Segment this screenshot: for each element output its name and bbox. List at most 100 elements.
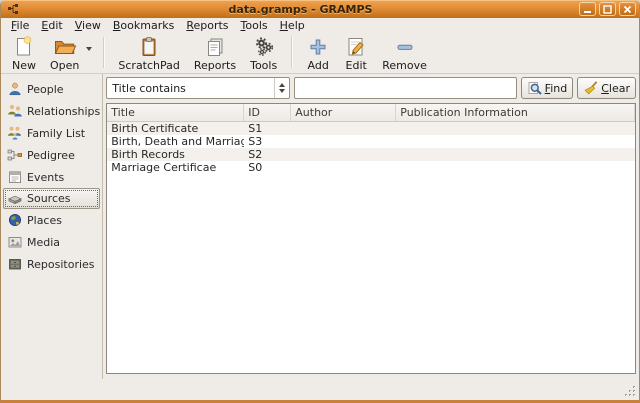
sidebar-item-places[interactable]: Places xyxy=(3,209,100,231)
toolbar: New Open ScratchPad Reports Tools Add Edit Remo… xyxy=(1,33,639,74)
new-document-icon xyxy=(12,35,36,59)
open-toolbar-button[interactable]: Open xyxy=(43,34,86,73)
menu-bookmarks[interactable]: Bookmarks xyxy=(107,18,180,33)
sidebar-item-label: Media xyxy=(27,236,60,249)
column-header-author[interactable]: Author xyxy=(291,104,396,121)
sidebar-item-label: People xyxy=(27,83,64,96)
relationships-icon xyxy=(7,103,23,119)
minimize-button[interactable] xyxy=(579,2,596,16)
find-icon xyxy=(527,80,543,96)
places-icon xyxy=(7,212,23,228)
add-toolbar-button[interactable]: Add xyxy=(299,34,337,73)
filter-field-dropdown[interactable]: Title contains xyxy=(106,77,290,99)
menu-view[interactable]: View xyxy=(69,18,107,33)
column-header-publication-information[interactable]: Publication Information xyxy=(396,104,635,121)
tools-toolbar-button[interactable]: Tools xyxy=(243,34,284,73)
edit-toolbar-button[interactable]: Edit xyxy=(337,34,375,73)
toolbar-separator xyxy=(291,37,292,68)
titlebar[interactable]: data.gramps - GRAMPS xyxy=(1,0,639,18)
toolbar-button-label: Open xyxy=(50,59,79,72)
menu-reports[interactable]: Reports xyxy=(180,18,234,33)
view-sidebar: People Relationships Family List Pedigree Ev… xyxy=(1,74,103,379)
sources-table: TitleIDAuthorPublication Information Bir… xyxy=(106,103,636,374)
table-cell: S1 xyxy=(244,122,291,135)
toolbar-button-label: Reports xyxy=(194,59,236,72)
toolbar-button-label: ScratchPad xyxy=(118,59,180,72)
table-cell xyxy=(396,148,635,161)
new-toolbar-button[interactable]: New xyxy=(5,34,43,73)
table-row[interactable]: Birth RecordsS2 xyxy=(107,148,635,161)
filter-text-input[interactable] xyxy=(294,77,516,99)
table-cell: Birth Certificate xyxy=(107,122,244,135)
sidebar-item-label: Family List xyxy=(27,127,85,140)
resize-grip[interactable] xyxy=(624,385,637,398)
toolbar-button-label: Tools xyxy=(250,59,277,72)
sidebar-item-label: Repositories xyxy=(27,258,95,271)
open-dropdown-arrow[interactable] xyxy=(86,34,96,73)
family-list-icon xyxy=(7,125,23,141)
statusbar xyxy=(1,379,639,400)
table-row[interactable]: Birth CertificateS1 xyxy=(107,122,635,135)
remove-minus-icon xyxy=(393,35,417,59)
add-plus-icon xyxy=(306,35,330,59)
sidebar-item-label: Events xyxy=(27,171,64,184)
content-area: People Relationships Family List Pedigree Ev… xyxy=(1,74,639,379)
table-cell xyxy=(291,122,396,135)
column-header-title[interactable]: Title xyxy=(107,104,244,121)
table-cell: S0 xyxy=(244,161,291,174)
maximize-button[interactable] xyxy=(599,2,616,16)
sidebar-item-label: Sources xyxy=(27,192,71,205)
table-cell: Marriage Certificae xyxy=(107,161,244,174)
scratchpad-icon xyxy=(137,35,161,59)
reports-toolbar-button[interactable]: Reports xyxy=(187,34,243,73)
table-cell: S2 xyxy=(244,148,291,161)
sidebar-item-repositories[interactable]: Repositories xyxy=(3,253,100,275)
menu-help[interactable]: Help xyxy=(274,18,311,33)
sidebar-item-people[interactable]: People xyxy=(3,78,100,100)
menu-tools[interactable]: Tools xyxy=(235,18,274,33)
sidebar-item-sources[interactable]: Sources xyxy=(3,188,100,209)
remove-toolbar-button[interactable]: Remove xyxy=(375,34,434,73)
people-icon xyxy=(7,81,23,97)
clear-broom-icon xyxy=(583,80,599,96)
filter-field-value: Title contains xyxy=(112,82,186,95)
close-button[interactable] xyxy=(619,2,636,16)
sidebar-item-relationships[interactable]: Relationships xyxy=(3,100,100,122)
events-icon xyxy=(7,169,23,185)
gramps-window: data.gramps - GRAMPS FileEditViewBookmar… xyxy=(0,0,640,403)
toolbar-separator xyxy=(103,37,104,68)
toolbar-button-label: Add xyxy=(308,59,329,72)
menu-file[interactable]: File xyxy=(5,18,35,33)
table-row[interactable]: Birth, Death and Marriage R...S3 xyxy=(107,135,635,148)
find-button-label: Find xyxy=(545,82,568,95)
menu-edit[interactable]: Edit xyxy=(35,18,68,33)
table-cell xyxy=(291,161,396,174)
sidebar-item-events[interactable]: Events xyxy=(3,166,100,188)
table-cell xyxy=(291,148,396,161)
window-title: data.gramps - GRAMPS xyxy=(22,3,579,16)
window-controls xyxy=(579,2,636,16)
sidebar-item-pedigree[interactable]: Pedigree xyxy=(3,144,100,166)
table-body: Birth CertificateS1Birth, Death and Marr… xyxy=(107,122,635,174)
table-row[interactable]: Marriage CertificaeS0 xyxy=(107,161,635,174)
tools-icon xyxy=(252,35,276,59)
toolbar-button-label: Edit xyxy=(346,59,367,72)
pedigree-icon xyxy=(7,147,23,163)
column-header-id[interactable]: ID xyxy=(244,104,291,121)
open-folder-icon xyxy=(53,35,77,59)
table-cell: Birth Records xyxy=(107,148,244,161)
repositories-icon xyxy=(7,256,23,272)
sidebar-item-label: Places xyxy=(27,214,62,227)
table-cell xyxy=(291,135,396,148)
sidebar-item-family-list[interactable]: Family List xyxy=(3,122,100,144)
reports-icon xyxy=(203,35,227,59)
clear-button-label: Clear xyxy=(601,82,630,95)
dropdown-spinner-icon[interactable] xyxy=(274,78,289,98)
clear-button[interactable]: Clear xyxy=(577,77,636,99)
table-cell: S3 xyxy=(244,135,291,148)
sidebar-item-media[interactable]: Media xyxy=(3,231,100,253)
edit-note-icon xyxy=(344,35,368,59)
sidebar-item-label: Pedigree xyxy=(27,149,75,162)
scratchpad-toolbar-button[interactable]: ScratchPad xyxy=(111,34,187,73)
find-button[interactable]: Find xyxy=(521,77,574,99)
